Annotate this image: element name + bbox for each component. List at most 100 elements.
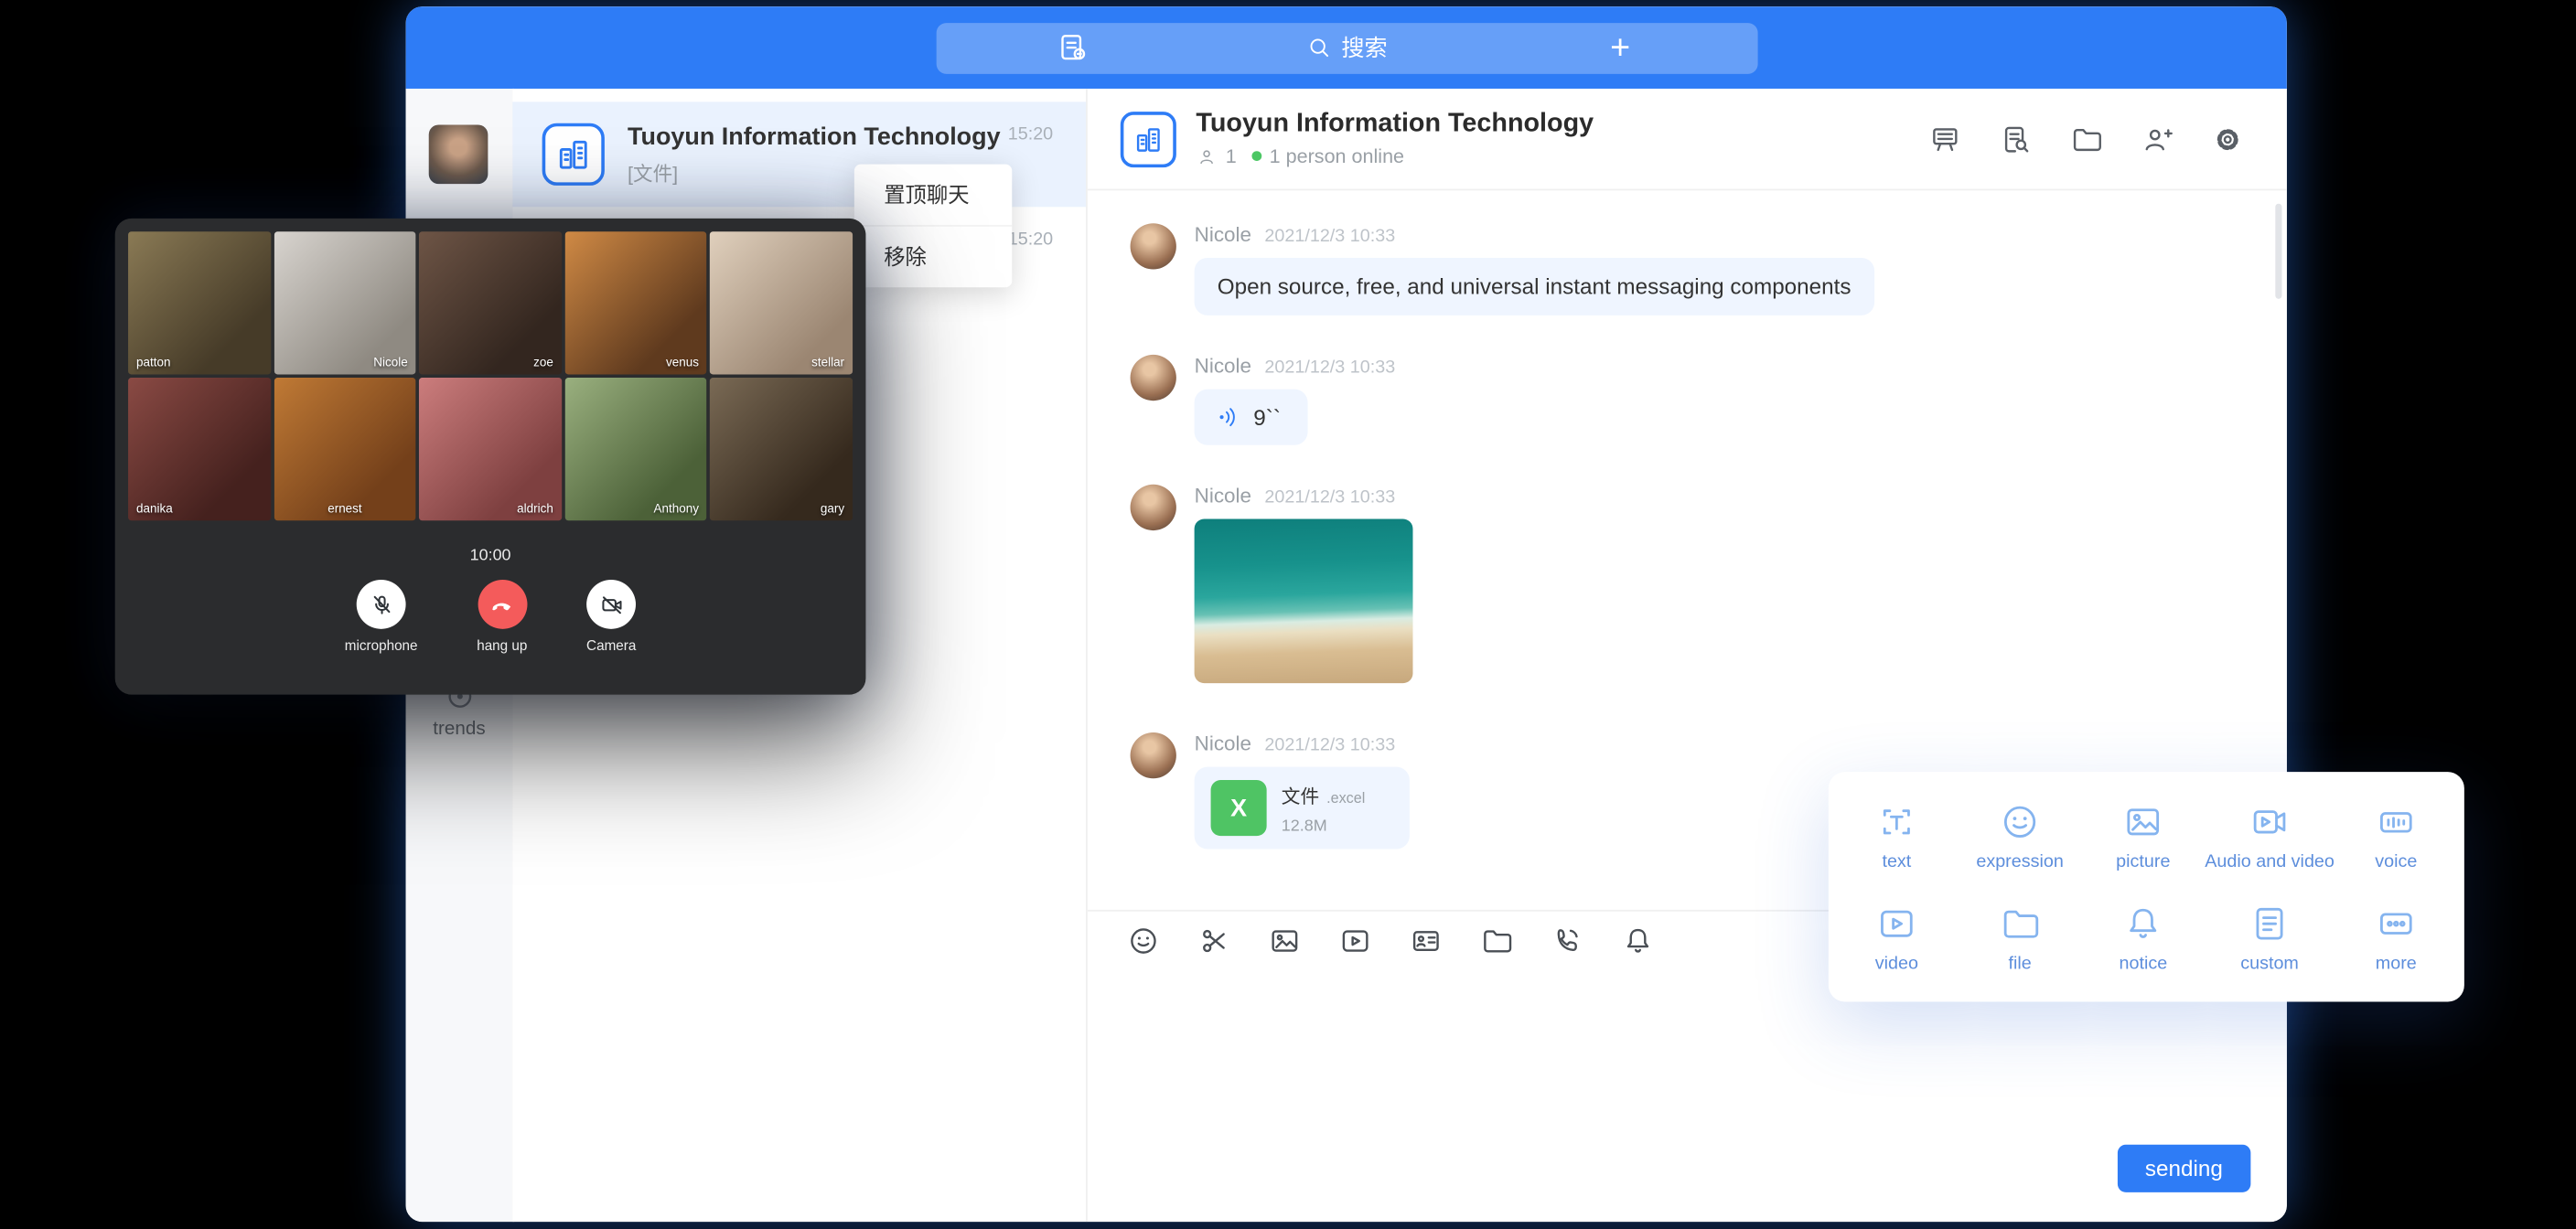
avatar[interactable]	[1131, 223, 1176, 269]
image-icon	[2122, 801, 2163, 842]
participant-name: danika	[136, 501, 173, 516]
video-call-window[interactable]: patton Nicole zoe venus stellar danika e…	[115, 219, 866, 695]
settings-button[interactable]	[2211, 123, 2244, 155]
message-type-panel: text expression picture Audio and video …	[1829, 772, 2464, 1001]
voice-message-bubble[interactable]: 9``	[1195, 390, 1307, 445]
video-tile[interactable]: zoe	[419, 231, 562, 374]
participant-name: ernest	[327, 501, 361, 516]
phone-icon	[1551, 924, 1583, 957]
send-button[interactable]: sending	[2117, 1145, 2250, 1192]
smiley-icon	[2000, 801, 2041, 842]
participant-name: gary	[821, 501, 844, 516]
notice-button[interactable]	[1622, 924, 1655, 957]
panel-item-more[interactable]: more	[2334, 887, 2458, 989]
message: Nicole 2021/12/3 10:33	[1131, 485, 2287, 683]
menu-item-pin-chat[interactable]: 置顶聊天	[854, 165, 1012, 225]
camera-label: Camera	[586, 637, 636, 654]
smiley-icon	[1127, 924, 1160, 957]
image-message[interactable]	[1195, 519, 1413, 684]
voice-duration: 9``	[1253, 405, 1281, 430]
chat-history-button[interactable]	[2000, 123, 2033, 155]
send-video-button[interactable]	[1339, 924, 1372, 957]
video-tile[interactable]: Anthony	[564, 378, 707, 520]
panel-item-file[interactable]: file	[1959, 887, 2082, 989]
notes-button[interactable]	[936, 22, 1209, 73]
panel-label: file	[2008, 954, 2031, 974]
scrollbar[interactable]	[2275, 204, 2281, 299]
call-controls: microphone hang up Camera	[128, 580, 853, 654]
panel-item-expression[interactable]: expression	[1959, 785, 2082, 886]
building-icon	[1132, 123, 1165, 155]
members-icon	[1196, 145, 1217, 166]
video-tile[interactable]: ernest	[274, 378, 416, 520]
online-dot	[1251, 151, 1261, 161]
video-tile[interactable]: stellar	[711, 231, 853, 374]
participant-name: patton	[136, 355, 170, 369]
panel-item-voice[interactable]: voice	[2334, 785, 2458, 886]
person-add-icon	[2141, 123, 2174, 155]
emoji-button[interactable]	[1127, 924, 1160, 957]
video-tile[interactable]: aldrich	[419, 378, 562, 520]
call-timer: 10:00	[128, 547, 853, 565]
message: Nicole 2021/12/3 10:33 Open source, free…	[1131, 223, 2287, 315]
panel-item-audio-video[interactable]: Audio and video	[2205, 785, 2334, 886]
panel-item-notice[interactable]: notice	[2081, 887, 2205, 989]
screenshot-button[interactable]	[1197, 924, 1230, 957]
handset-icon	[489, 592, 514, 616]
video-tile[interactable]: gary	[711, 378, 853, 520]
current-user-avatar[interactable]	[429, 124, 488, 184]
file-extension: .excel	[1326, 789, 1365, 806]
message-input[interactable]: sending	[1088, 970, 2287, 1222]
panel-label: more	[2376, 954, 2417, 974]
menu-item-remove[interactable]: 移除	[854, 225, 1012, 287]
scissors-icon	[1197, 924, 1230, 957]
panel-item-picture[interactable]: picture	[2081, 785, 2205, 886]
video-icon	[1876, 903, 1917, 944]
panel-item-text[interactable]: text	[1835, 785, 1959, 886]
folder-icon	[2000, 903, 2041, 944]
contact-card-button[interactable]	[1410, 924, 1443, 957]
text-icon	[1876, 801, 1917, 842]
conversation-context-menu: 置顶聊天 移除	[854, 165, 1012, 288]
conversation-time: 15:20	[1008, 230, 1053, 250]
chat-panel: Tuoyun Information Technology 1 1 person…	[1088, 89, 2287, 1222]
group-files-button[interactable]	[2070, 123, 2103, 155]
announcement-button[interactable]	[1928, 123, 1961, 155]
avatar[interactable]	[1131, 485, 1176, 530]
video-tile[interactable]: danika	[128, 378, 271, 520]
call-button[interactable]	[1551, 924, 1583, 957]
video-tile[interactable]: venus	[564, 231, 707, 374]
bell-icon	[2122, 903, 2163, 944]
panel-item-video[interactable]: video	[1835, 887, 1959, 989]
search-input[interactable]: 搜索	[1209, 22, 1483, 73]
bell-icon	[1622, 924, 1655, 957]
video-tile[interactable]: patton	[128, 231, 271, 374]
file-message[interactable]: X 文件 .excel 12.8M	[1195, 767, 1410, 850]
voice-icon	[2376, 801, 2417, 842]
message-time: 2021/12/3 10:33	[1264, 736, 1395, 756]
avatar[interactable]	[1131, 732, 1176, 778]
conversation-title: Tuoyun Information Technology	[628, 123, 1053, 152]
video-tile[interactable]: Nicole	[274, 231, 416, 374]
search-label: 搜索	[1341, 31, 1387, 64]
gear-icon	[2211, 123, 2244, 155]
message-time: 2021/12/3 10:33	[1264, 358, 1395, 379]
conversation-time: 15:20	[1008, 124, 1053, 144]
chat-header: Tuoyun Information Technology 1 1 person…	[1088, 89, 2287, 190]
send-file-button[interactable]	[1480, 924, 1513, 957]
participant-name: aldrich	[517, 501, 553, 516]
doc-search-icon	[2000, 123, 2033, 155]
avatar[interactable]	[1131, 355, 1176, 401]
panel-label: picture	[2116, 851, 2170, 871]
microphone-toggle[interactable]: microphone	[345, 580, 418, 654]
add-button[interactable]: +	[1483, 22, 1756, 73]
add-member-button[interactable]	[2141, 123, 2174, 155]
more-icon	[2376, 903, 2417, 944]
send-image-button[interactable]	[1268, 924, 1301, 957]
panel-item-custom[interactable]: custom	[2205, 887, 2334, 989]
file-size: 12.8M	[1282, 817, 1366, 835]
hang-up-button[interactable]: hang up	[477, 580, 527, 654]
trends-label: trends	[433, 720, 485, 740]
folder-icon	[1480, 924, 1513, 957]
camera-toggle[interactable]: Camera	[586, 580, 636, 654]
